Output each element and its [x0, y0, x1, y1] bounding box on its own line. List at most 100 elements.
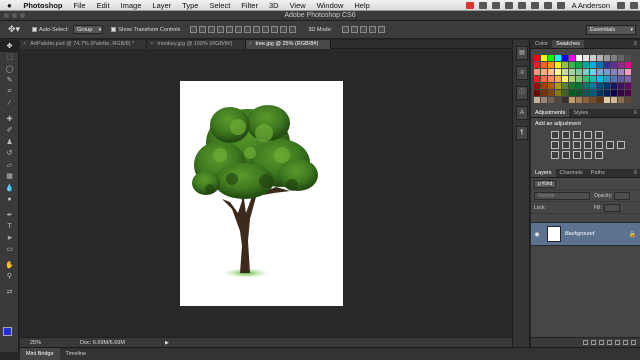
distribute-icon[interactable]: [262, 26, 270, 33]
color-swatch[interactable]: [625, 69, 631, 75]
gradient-tool-icon[interactable]: ▦: [0, 171, 19, 183]
battery-icon[interactable]: [544, 1, 553, 9]
crop-tool-icon[interactable]: ⌗: [0, 86, 19, 98]
color-swatch[interactable]: [562, 55, 568, 61]
triangle-icon[interactable]: [595, 131, 603, 139]
color-swatch[interactable]: [604, 62, 610, 68]
color-swatch[interactable]: [583, 90, 589, 96]
color-swatch[interactable]: [597, 90, 603, 96]
foreground-color-swatch[interactable]: [3, 327, 12, 336]
color-swatch[interactable]: [611, 69, 617, 75]
marquee-tool-icon[interactable]: ⬚: [0, 52, 19, 64]
visibility-eye-icon[interactable]: ◉: [531, 231, 543, 238]
color-swatch[interactable]: [604, 97, 610, 103]
panel-menu-icon[interactable]: ≡: [633, 109, 637, 118]
tray-icon[interactable]: [479, 1, 488, 9]
color-swatch[interactable]: [562, 83, 568, 89]
color-swatch[interactable]: [618, 76, 624, 82]
menu-view[interactable]: View: [284, 1, 311, 10]
3d-rotate-icon[interactable]: [342, 26, 350, 33]
distribute-icon[interactable]: [244, 26, 252, 33]
tab-swatches[interactable]: Swatches: [552, 40, 585, 48]
color-swatch[interactable]: [541, 76, 547, 82]
color-swatch[interactable]: [576, 76, 582, 82]
minimize-window-icon[interactable]: [12, 13, 17, 18]
align-left-icon[interactable]: [217, 26, 225, 33]
color-swatch[interactable]: [548, 76, 554, 82]
color-swatch[interactable]: [576, 97, 582, 103]
close-tab-icon[interactable]: ×: [23, 40, 26, 49]
tab-channels[interactable]: Channels: [556, 169, 587, 177]
color-swatch[interactable]: [562, 76, 568, 82]
color-swatch[interactable]: [534, 76, 540, 82]
properties-panel-icon[interactable]: ≡: [516, 66, 528, 80]
panel-menu-icon[interactable]: ≡: [633, 40, 637, 49]
type-tool-icon[interactable]: T: [0, 221, 19, 233]
exposure-icon[interactable]: [584, 131, 592, 139]
color-swatch[interactable]: [590, 83, 596, 89]
clock-icon[interactable]: [557, 1, 566, 9]
color-swatch[interactable]: [576, 62, 582, 68]
tab-paths[interactable]: Paths: [587, 169, 609, 177]
link-layers-icon[interactable]: [583, 340, 588, 345]
tab-color[interactable]: Color: [531, 40, 552, 48]
zoom-window-icon[interactable]: [20, 13, 25, 18]
color-swatch[interactable]: [625, 62, 631, 68]
color-swatch[interactable]: [590, 76, 596, 82]
layer-row-background[interactable]: ◉ Background 🔒: [531, 222, 640, 246]
menu-window[interactable]: Window: [311, 1, 349, 10]
dodge-tool-icon[interactable]: ●: [0, 194, 19, 206]
paragraph-panel-icon[interactable]: ¶: [516, 126, 528, 140]
shape-tool-icon[interactable]: ▭: [0, 244, 19, 256]
trash-icon[interactable]: [631, 340, 636, 345]
color-swatch[interactable]: [583, 76, 589, 82]
color-swatch[interactable]: [562, 69, 568, 75]
zoom-level[interactable]: 25%: [20, 340, 42, 346]
color-swatch[interactable]: [625, 90, 631, 96]
color-swatch[interactable]: [534, 97, 540, 103]
menu-type[interactable]: Type: [177, 1, 204, 10]
color-swatch[interactable]: [548, 55, 554, 61]
color-swatch[interactable]: [604, 90, 610, 96]
color-swatch[interactable]: [576, 83, 582, 89]
clone-stamp-tool-icon[interactable]: ♟: [0, 136, 19, 148]
auto-select-checkbox[interactable]: [32, 27, 37, 32]
new-layer-icon[interactable]: [623, 340, 628, 345]
color-swatch[interactable]: [569, 90, 575, 96]
distribute-icon[interactable]: [253, 26, 261, 33]
tab-layers[interactable]: Layers: [531, 169, 556, 177]
color-swatch[interactable]: [618, 90, 624, 96]
color-swatch[interactable]: [534, 83, 540, 89]
color-swatch[interactable]: [611, 76, 617, 82]
tab-adjustments[interactable]: Adjustments: [531, 109, 570, 117]
opacity-field[interactable]: [614, 191, 631, 200]
color-swatch[interactable]: [541, 83, 547, 89]
volume-icon[interactable]: [531, 1, 540, 9]
color-swatch[interactable]: [611, 55, 617, 61]
vibrance-icon[interactable]: [551, 141, 559, 149]
color-swatch[interactable]: [604, 69, 610, 75]
color-swatch[interactable]: [618, 62, 624, 68]
color-swatch[interactable]: [562, 62, 568, 68]
color-swatch[interactable]: [590, 69, 596, 75]
color-swatch[interactable]: [534, 69, 540, 75]
color-swatch[interactable]: [569, 62, 575, 68]
color-swatch[interactable]: [569, 69, 575, 75]
doc-tab-monkey[interactable]: × monkey.jpg @ 100% (RGB/8#): [147, 40, 246, 49]
3d-slide-icon[interactable]: [369, 26, 377, 33]
color-swatch[interactable]: [597, 97, 603, 103]
color-swatch[interactable]: [541, 97, 547, 103]
align-vcenter-icon[interactable]: [199, 26, 207, 33]
doc-tab-tree[interactable]: × tree.jpg @ 25% (RGB/8#): [245, 40, 332, 49]
color-swatch[interactable]: [618, 97, 624, 103]
distribute-icon[interactable]: [280, 26, 288, 33]
color-swatch[interactable]: [611, 90, 617, 96]
menu-file[interactable]: File: [68, 1, 91, 10]
zoom-tool-icon[interactable]: ⚲: [0, 271, 19, 283]
color-swatch[interactable]: [590, 55, 596, 61]
color-swatch[interactable]: [548, 62, 554, 68]
gradient-map-icon[interactable]: [595, 151, 603, 159]
swatches-grid[interactable]: [531, 49, 640, 105]
wifi-icon[interactable]: [518, 1, 527, 9]
color-swatch[interactable]: [604, 76, 610, 82]
